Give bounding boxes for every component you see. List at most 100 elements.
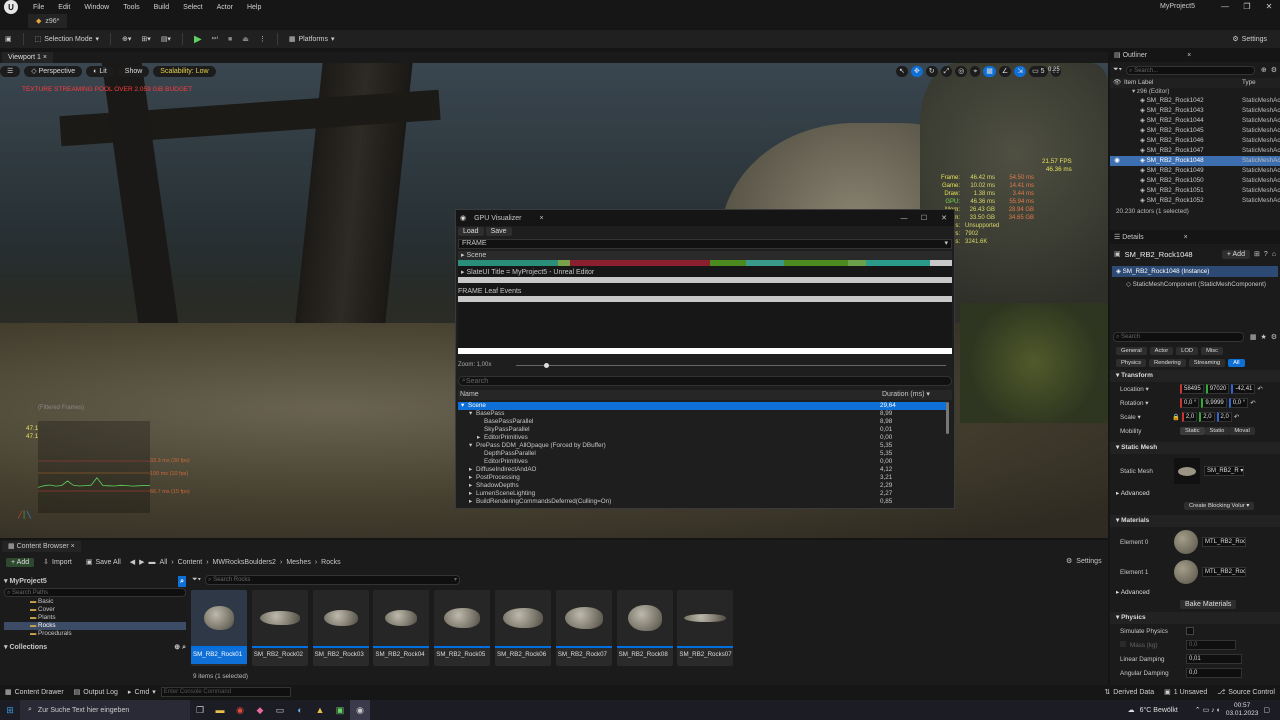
settings-icon[interactable]: ⚙ xyxy=(1271,333,1277,341)
app-icon-2[interactable]: ▭ xyxy=(270,700,290,720)
scale-snap-icon[interactable]: ⇲ xyxy=(1014,66,1027,77)
visibility-icon[interactable] xyxy=(1110,186,1124,196)
clock[interactable]: 00:57 03.01.2023 xyxy=(1226,702,1259,718)
outliner-row[interactable]: ◈ SM_RB2_Rock1043 StaticMeshAc xyxy=(1110,106,1280,116)
scale-y-field[interactable]: 2,0 xyxy=(1199,412,1215,422)
notification-icon[interactable]: ▢ xyxy=(1263,706,1270,714)
reset-icon[interactable]: ↶ xyxy=(1257,386,1262,393)
visibility-icon[interactable] xyxy=(1110,116,1124,126)
gpu-event-row[interactable]: EditorPrimitives 0,00 xyxy=(458,458,946,466)
gpu-visualizer-window[interactable]: ◉ GPU Visualizer × — ☐ ✕ Load Save FRAME… xyxy=(455,209,955,509)
favorite-icon[interactable]: ★ xyxy=(1260,333,1266,341)
asset-search-input[interactable]: ⌕ Search Rocks ▾ xyxy=(205,575,460,585)
filter-physics[interactable]: Physics xyxy=(1116,359,1146,367)
camera-speed-button[interactable]: ▭ 5 xyxy=(1029,66,1048,77)
material0-picker[interactable]: MTL_RB2_Rock xyxy=(1202,537,1246,547)
static-mesh-thumbnail[interactable] xyxy=(1174,458,1200,484)
instance-row[interactable]: ◈ SM_RB2_Rock1048 (Instance) xyxy=(1112,266,1278,277)
close-icon[interactable]: × xyxy=(43,54,47,61)
history-forward-icon[interactable]: ▶ xyxy=(139,558,144,566)
outliner-row[interactable]: ◈ SM_RB2_Rock1051 StaticMeshAc xyxy=(1110,186,1280,196)
scalability-button[interactable]: Scalability: Low xyxy=(153,66,216,77)
settings-button[interactable]: ⚙ Settings xyxy=(1227,33,1272,45)
visibility-icon[interactable] xyxy=(1110,196,1124,206)
lock-icon[interactable]: ⌂ xyxy=(1272,251,1276,258)
platforms-button[interactable]: ▦ Platforms ▾ xyxy=(284,33,340,45)
gpu-event-row[interactable]: BasePassParallel 8,98 xyxy=(458,418,946,426)
world-local-icon[interactable]: ◎ xyxy=(955,66,968,77)
lit-button[interactable]: ◐ Lit xyxy=(86,66,114,77)
filter-actor[interactable]: Actor xyxy=(1149,347,1174,355)
material0-thumbnail[interactable] xyxy=(1174,530,1198,554)
rotation-y-field[interactable]: 9,9999 xyxy=(1201,398,1227,408)
add-button[interactable]: + Add xyxy=(6,557,35,567)
visibility-icon[interactable] xyxy=(1110,176,1124,186)
output-log-button[interactable]: ▤ Output Log xyxy=(69,686,123,698)
col-item-label[interactable]: Item Label xyxy=(1124,78,1242,88)
outliner-row[interactable]: ◈ SM_RB2_Rock1050 StaticMeshAc xyxy=(1110,176,1280,186)
filter-icon[interactable]: ⏷▾ xyxy=(1113,66,1122,74)
weather-label[interactable]: 6°C Bewölkt xyxy=(1140,707,1178,714)
outliner-row[interactable]: ◈ SM_RB2_Rock1047 StaticMeshAc xyxy=(1110,146,1280,156)
visibility-icon[interactable] xyxy=(1110,166,1124,176)
perspective-button[interactable]: ◇ Perspective xyxy=(24,66,83,77)
outliner-tab[interactable]: ▤ Outliner × xyxy=(1110,50,1280,62)
gpu-event-row[interactable]: ▸ BuildRenderingCommandsDeferred(Culling=… xyxy=(458,498,946,506)
menu-help[interactable]: Help xyxy=(240,4,268,11)
asset-tile[interactable]: SM_RB2_Rock08 xyxy=(616,590,673,666)
scale-label[interactable]: Scale ▾ xyxy=(1110,414,1180,421)
history-back-icon[interactable]: ◀ xyxy=(130,558,135,566)
play-options-icon[interactable]: ⋮ xyxy=(254,33,271,45)
minimize-icon[interactable]: — xyxy=(894,215,914,222)
linear-damping-field[interactable]: 0,01 xyxy=(1186,654,1242,664)
col-type[interactable]: Type xyxy=(1242,78,1280,88)
file-explorer-icon[interactable]: ▬ xyxy=(210,700,230,720)
location-y-field[interactable]: 97020 xyxy=(1205,384,1230,394)
advanced-materials-toggle[interactable]: ▸ Advanced xyxy=(1110,587,1280,599)
mass-checkbox[interactable] xyxy=(1120,641,1126,647)
mobility-movable[interactable]: Moval xyxy=(1229,427,1255,435)
minimize-button[interactable]: — xyxy=(1214,0,1236,14)
col-duration-header[interactable]: Duration (ms) ▾ xyxy=(882,390,952,400)
scale-z-field[interactable]: 2,0 xyxy=(1216,412,1232,422)
visibility-icon[interactable] xyxy=(1110,96,1124,106)
breadcrumb-all[interactable]: All xyxy=(160,559,168,566)
filter-misc[interactable]: Misc xyxy=(1201,347,1223,355)
rotation-label[interactable]: Rotation ▾ xyxy=(1110,400,1180,407)
content-browser-tab[interactable]: ▦ Content Browser × xyxy=(2,541,81,552)
details-search-input[interactable]: ⌕ Search xyxy=(1113,332,1244,342)
cinematics-icon[interactable]: ▤▾ xyxy=(156,33,176,45)
windows-start-icon[interactable]: ⊞ xyxy=(0,700,20,720)
tray-icons[interactable]: ⌃ ▭ ♪ ◐ xyxy=(1195,706,1221,714)
folder-icon[interactable]: ▬ xyxy=(149,559,156,566)
gpu-event-row[interactable]: ▾ PrePass DDM_AllOpaque (Forced by DBuffe… xyxy=(458,442,946,450)
scale-tool-icon[interactable]: ⤢ xyxy=(940,66,953,77)
rotate-tool-icon[interactable]: ↻ xyxy=(925,66,938,77)
eject-icon[interactable]: ⏏ xyxy=(237,33,254,45)
gpu-event-row[interactable]: ▾ BasePass 8,99 xyxy=(458,410,946,418)
outliner-root[interactable]: ▾ z96 (Editor) xyxy=(1110,88,1280,96)
advanced-toggle[interactable]: ▸ Advanced xyxy=(1110,488,1280,500)
quick-add-icon[interactable]: ⊕▾ xyxy=(117,33,136,45)
step-icon[interactable]: ⏭ xyxy=(207,33,223,45)
folder-item[interactable]: ▬ Procedurals xyxy=(30,630,186,636)
mass-field[interactable]: 0,0 xyxy=(1186,640,1236,650)
collections-icons[interactable]: ⊕ ⌕ xyxy=(174,642,186,653)
gpu-event-row[interactable]: DepthPassParallel 5,35 xyxy=(458,450,946,458)
play-icon[interactable]: ▶ xyxy=(189,32,207,47)
viewport-menu-button[interactable]: ☰ xyxy=(0,66,21,77)
outliner-row[interactable]: ◈ SM_RB2_Rock1049 StaticMeshAc xyxy=(1110,166,1280,176)
maximize-button[interactable]: ❐ xyxy=(1236,0,1258,14)
scale-x-field[interactable]: 2,0 xyxy=(1181,412,1198,422)
outliner-add-icon[interactable]: ⊕ xyxy=(1261,66,1267,74)
gpu-event-row[interactable]: ▸ PostProcessing 3,21 xyxy=(458,474,946,482)
frame-select[interactable]: FRAME ▾ xyxy=(458,239,952,249)
close-icon[interactable]: × xyxy=(71,543,75,550)
task-view-icon[interactable]: ❐ xyxy=(190,700,210,720)
gpu-event-row[interactable]: ▸ DiffuseIndirectAndAO 4,12 xyxy=(458,466,946,474)
blueprint-icon[interactable]: ⊞ xyxy=(1254,250,1260,258)
asset-tile[interactable]: SM_RB2_Rocks07 xyxy=(677,590,734,666)
asset-tile[interactable]: SM_RB2_Rock05 xyxy=(434,590,491,666)
unreal-taskbar-icon[interactable]: ◉ xyxy=(350,700,370,720)
add-component-button[interactable]: + Add xyxy=(1221,249,1250,259)
